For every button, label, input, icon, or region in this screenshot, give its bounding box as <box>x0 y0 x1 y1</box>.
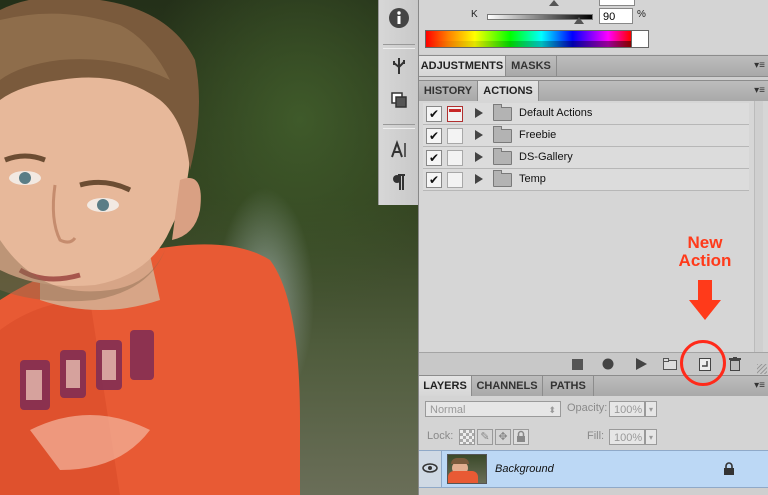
actions-tabbar: HISTORY ACTIONS ▾≡ <box>419 80 768 102</box>
usb-plugin-icon[interactable] <box>385 54 413 78</box>
blend-mode-select[interactable]: Normal ⬍ <box>425 401 561 417</box>
folder-icon <box>493 170 512 187</box>
tab-paths[interactable]: PATHS <box>543 376 594 396</box>
folder-icon <box>493 148 512 165</box>
color-spectrum-ramp[interactable] <box>425 30 649 48</box>
slider-thumb-above[interactable] <box>549 0 559 6</box>
annotation-line-2: Action <box>678 251 732 270</box>
color-panel: K 90 % <box>419 0 768 54</box>
layers-controls: Normal ⬍ Opacity: 100% ▾ Lock: ✎ ✥ Fill:… <box>419 396 768 450</box>
layer-name[interactable]: Background <box>495 451 554 487</box>
action-set-label: Default Actions <box>519 107 593 119</box>
stop-icon[interactable] <box>570 357 584 371</box>
annotation-arrow-head <box>689 300 721 320</box>
lock-pixels-icon[interactable]: ✎ <box>477 429 493 445</box>
panel-menu-icon[interactable]: ▾≡ <box>754 60 765 71</box>
annotation-line-1: New <box>687 233 723 252</box>
checkbox-toggle[interactable]: ✔ <box>426 128 442 144</box>
layer-row-background[interactable]: Background <box>419 450 768 488</box>
checkbox-toggle[interactable]: ✔ <box>426 172 442 188</box>
k-label: K <box>471 9 478 20</box>
info-icon[interactable] <box>385 6 413 30</box>
new-action-annotation: New Action <box>660 234 750 270</box>
lock-position-icon[interactable]: ✥ <box>495 429 511 445</box>
clone-source-icon[interactable] <box>385 88 413 112</box>
dialog-toggle-icon[interactable] <box>447 150 463 166</box>
fill-label: Fill: <box>587 430 605 442</box>
white-swatch[interactable] <box>631 30 649 48</box>
actions-scrollbar[interactable] <box>754 101 763 352</box>
lock-transparency-icon[interactable] <box>459 429 475 445</box>
trash-icon[interactable] <box>728 357 742 371</box>
k-slider-thumb[interactable] <box>574 17 584 24</box>
lock-label: Lock: <box>427 430 454 442</box>
resize-grip[interactable] <box>757 364 767 374</box>
layer-lock-icon <box>723 462 735 481</box>
dock-grip[interactable] <box>383 44 415 49</box>
folder-icon <box>493 104 512 121</box>
action-set-row[interactable]: ✔ Freebie <box>423 125 749 147</box>
action-set-label: Freebie <box>519 129 557 141</box>
dialog-toggle-icon[interactable] <box>447 128 463 144</box>
dock-grip-2[interactable] <box>383 124 415 129</box>
record-icon[interactable] <box>601 357 615 371</box>
expand-triangle-icon[interactable] <box>475 174 483 184</box>
adjustments-tabbar: ADJUSTMENTS MASKS ▾≡ <box>419 55 768 77</box>
dialog-toggle-icon[interactable] <box>447 172 463 188</box>
opacity-label: Opacity: <box>567 402 608 414</box>
tab-history[interactable]: HISTORY <box>419 81 478 101</box>
action-set-row[interactable]: ✔ Default Actions <box>423 103 749 125</box>
action-set-label: DS-Gallery <box>519 151 573 163</box>
tab-layers[interactable]: LAYERS <box>419 376 472 396</box>
k-value-field[interactable]: 90 <box>599 8 633 24</box>
blend-mode-value: Normal <box>430 404 466 416</box>
action-set-label: Temp <box>519 173 546 185</box>
eye-icon <box>422 463 438 473</box>
value-field-above[interactable] <box>599 0 635 6</box>
visibility-toggle[interactable] <box>419 451 442 487</box>
fill-dropdown-icon[interactable]: ▾ <box>645 429 657 445</box>
tab-adjustments[interactable]: ADJUSTMENTS <box>419 56 506 76</box>
portrait-image <box>0 0 300 495</box>
tab-channels[interactable]: CHANNELS <box>472 376 543 396</box>
fill-field[interactable]: 100% <box>609 429 645 445</box>
actions-panel-menu-icon[interactable]: ▾≡ <box>754 85 765 96</box>
annotation-highlight-circle <box>680 340 726 386</box>
lock-all-icon[interactable] <box>513 429 529 445</box>
character-icon[interactable] <box>385 138 413 162</box>
layers-panel-menu-icon[interactable]: ▾≡ <box>754 380 765 391</box>
select-arrows-icon: ⬍ <box>548 405 556 415</box>
expand-triangle-icon[interactable] <box>475 130 483 140</box>
checkbox-toggle[interactable]: ✔ <box>426 150 442 166</box>
panel-dock-strip <box>378 0 420 205</box>
opacity-dropdown-icon[interactable]: ▾ <box>645 401 657 417</box>
new-set-icon[interactable] <box>663 357 677 371</box>
checkbox-toggle[interactable]: ✔ <box>426 106 442 122</box>
photo-canvas[interactable] <box>0 0 420 495</box>
paragraph-icon[interactable] <box>385 170 413 194</box>
dialog-toggle-icon[interactable] <box>447 106 463 122</box>
expand-triangle-icon[interactable] <box>475 108 483 118</box>
expand-triangle-icon[interactable] <box>475 152 483 162</box>
layer-thumbnail <box>447 454 487 484</box>
k-percent: % <box>637 9 646 20</box>
action-set-row[interactable]: ✔ DS-Gallery <box>423 147 749 169</box>
action-set-row[interactable]: ✔ Temp <box>423 169 749 191</box>
annotation-arrow-shaft <box>698 280 712 302</box>
opacity-field[interactable]: 100% <box>609 401 645 417</box>
tab-actions[interactable]: ACTIONS <box>478 81 539 101</box>
folder-icon <box>493 126 512 143</box>
tab-masks[interactable]: MASKS <box>506 56 557 76</box>
play-icon[interactable] <box>634 357 648 371</box>
